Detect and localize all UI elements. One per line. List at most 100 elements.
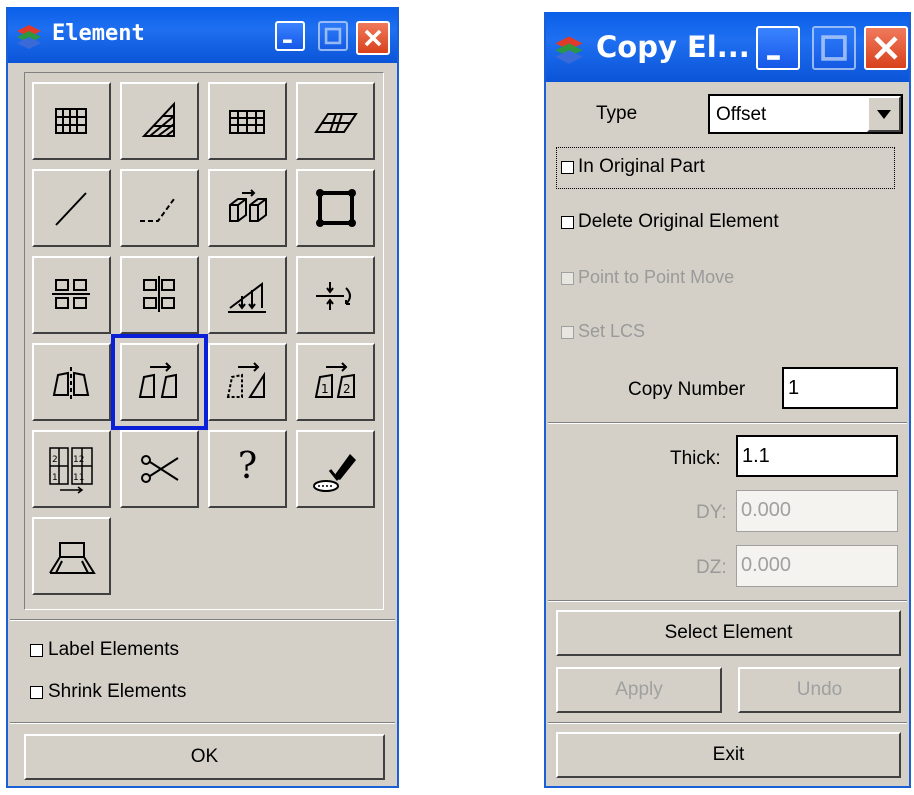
close-icon (874, 36, 898, 60)
shrink-elements-checkbox[interactable] (30, 686, 43, 699)
label-elements-checkbox[interactable] (30, 644, 43, 657)
offset-project-icon (228, 282, 266, 313)
plane-mesh-tool[interactable] (296, 82, 375, 160)
triangle-mesh-tool[interactable] (120, 82, 199, 160)
svg-text:2: 2 (343, 382, 351, 396)
divider (548, 600, 907, 602)
mirror-icon (52, 367, 90, 399)
split-arrow-tool[interactable] (296, 256, 375, 334)
dy-label: DY: (696, 502, 727, 523)
dy-field: 0.000 (736, 490, 898, 532)
dropdown-button[interactable] (867, 96, 901, 132)
move-element-icon (226, 362, 265, 398)
quad-grid-icon (229, 110, 265, 134)
divider (10, 619, 395, 621)
thick-field[interactable]: 1.1 (736, 435, 898, 477)
line-dashed-icon (140, 198, 175, 222)
select-element-button[interactable]: Select Element (556, 610, 901, 656)
app-stack-icon (17, 25, 41, 49)
minimize-icon (767, 55, 780, 60)
copy-element-window-title: Copy El... (596, 30, 750, 64)
app-stack-icon (555, 36, 583, 64)
divider (548, 722, 907, 724)
copy-number-field[interactable]: 1 (782, 367, 898, 409)
copy-solid-tool[interactable] (208, 169, 287, 247)
in-original-part-checkbox[interactable] (561, 161, 574, 174)
mesh-grid-tool[interactable] (32, 82, 111, 160)
thick-label: Thick: (670, 448, 721, 469)
label-elements-label: Label Elements (48, 639, 179, 660)
ok-button[interactable]: OK (24, 734, 385, 780)
align-grid-a-tool[interactable] (32, 256, 111, 334)
element-window-title: Element (52, 21, 145, 46)
maximize-icon (324, 27, 342, 45)
tetra-element-tool[interactable] (32, 517, 111, 595)
chevron-down-icon (877, 110, 891, 119)
rectangle-element-icon (316, 189, 356, 227)
align-grid-icon (52, 279, 90, 309)
svg-text:1: 1 (321, 382, 329, 396)
copy-element-titlebar[interactable]: Copy El... (546, 12, 909, 82)
delete-original-checkbox[interactable] (561, 216, 574, 229)
maximize-button (318, 21, 348, 51)
point-to-point-checkbox (561, 272, 574, 285)
align-grid-b-tool[interactable] (120, 256, 199, 334)
copy-element-window: Copy El... Type Offset In Original Part … (544, 12, 911, 788)
renumber-tool[interactable]: 12 (296, 343, 375, 421)
erase-icon (313, 454, 356, 492)
renumber-icon: 12 (314, 362, 355, 398)
offset-project-tool[interactable] (208, 256, 287, 334)
svg-text:11: 11 (73, 473, 84, 483)
delete-original-label: Delete Original Element (578, 211, 779, 232)
divider (10, 722, 395, 724)
dz-label: DZ: (696, 557, 727, 578)
exit-button[interactable]: Exit (556, 732, 901, 778)
plane-mesh-icon (314, 113, 358, 133)
svg-text:1: 1 (52, 473, 58, 483)
close-button[interactable] (864, 26, 908, 70)
type-select[interactable]: Offset (708, 94, 903, 134)
help-tool[interactable]: ? (208, 430, 287, 508)
quad-grid-tool[interactable] (208, 82, 287, 160)
question-icon: ? (237, 446, 258, 487)
point-to-point-label: Point to Point Move (578, 267, 735, 287)
maximize-icon (821, 35, 847, 61)
mirror-tool[interactable] (32, 343, 111, 421)
divider (548, 422, 907, 424)
element-titlebar[interactable]: Element (8, 7, 397, 63)
number-grid-tool[interactable]: 2 1 12 11 (32, 430, 111, 508)
undo-button: Undo (738, 667, 901, 713)
apply-button: Apply (556, 667, 722, 713)
close-icon (364, 29, 382, 47)
dz-field: 0.000 (736, 545, 898, 587)
minimize-icon (283, 39, 292, 43)
set-lcs-label: Set LCS (578, 321, 646, 341)
rectangle-element-tool[interactable] (296, 169, 375, 247)
maximize-button (812, 26, 856, 70)
line-solid-tool[interactable] (32, 169, 111, 247)
copy-solid-icon (229, 189, 267, 222)
selected-tool-highlight (111, 334, 208, 430)
shrink-elements-label: Shrink Elements (48, 681, 187, 702)
set-lcs-checkbox (561, 326, 574, 339)
type-label: Type (596, 103, 638, 124)
scissors-tool[interactable] (120, 430, 199, 508)
type-select-value: Offset (716, 104, 767, 125)
svg-text:12: 12 (73, 455, 84, 465)
split-arrow-icon (316, 282, 351, 310)
number-grid-icon: 2 1 12 11 (49, 447, 93, 494)
svg-text:2: 2 (52, 455, 58, 465)
line-solid-icon (55, 192, 87, 226)
mesh-grid-icon (55, 108, 87, 134)
in-original-part-label: In Original Part (578, 156, 705, 177)
erase-tool[interactable] (296, 430, 375, 508)
minimize-button[interactable] (275, 21, 305, 51)
scissors-icon (141, 455, 179, 483)
element-window: Element 1 2 2 1 12 11 ? Label Elements S… (6, 7, 399, 788)
line-dashed-tool[interactable] (120, 169, 199, 247)
move-element-tool[interactable] (208, 343, 287, 421)
copy-number-label: Copy Number (628, 379, 746, 400)
minimize-button[interactable] (756, 26, 800, 70)
close-button[interactable] (356, 21, 390, 55)
tetra-element-icon (49, 542, 96, 574)
